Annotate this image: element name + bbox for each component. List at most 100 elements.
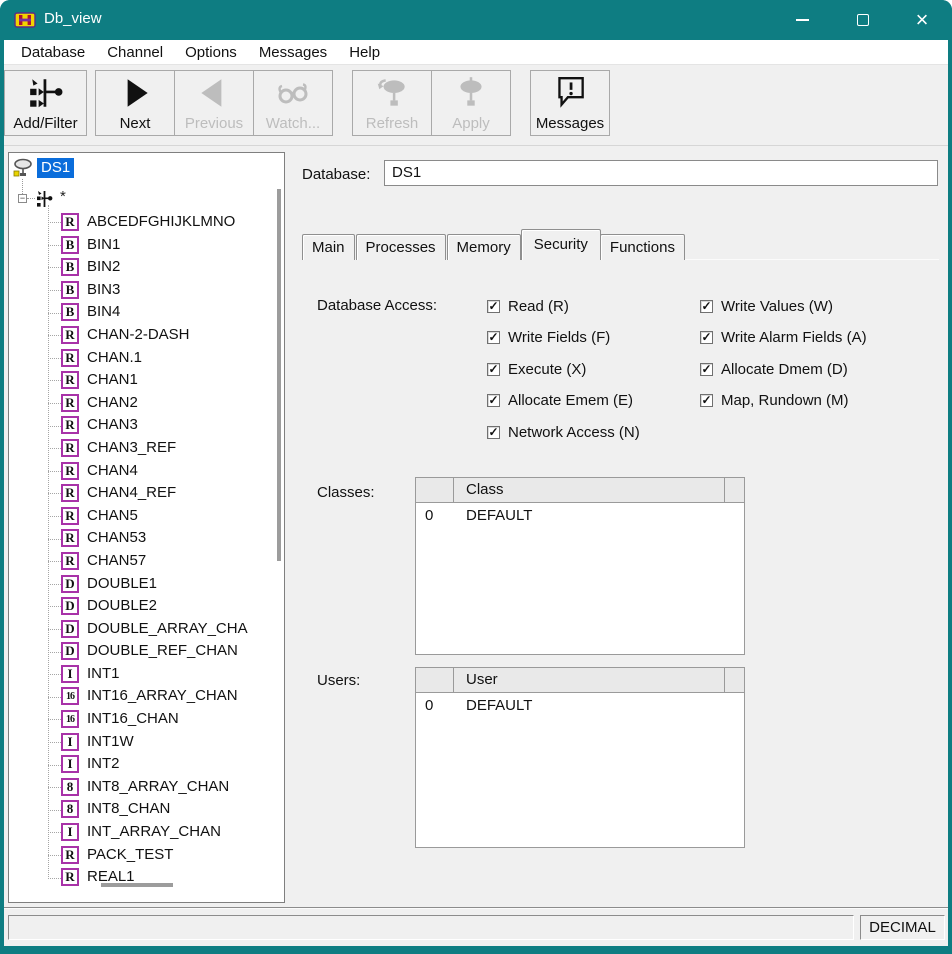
- table-row[interactable]: 0 DEFAULT: [416, 693, 744, 719]
- class-column-header: Class: [454, 478, 724, 502]
- tree-item[interactable]: I INT1W: [9, 731, 272, 754]
- tree-item-label: INT8_CHAN: [87, 800, 170, 817]
- tree-item[interactable]: R CHAN.1: [9, 347, 272, 370]
- tree-item[interactable]: D DOUBLE_ARRAY_CHA: [9, 618, 272, 641]
- tree-item[interactable]: R CHAN3: [9, 414, 272, 437]
- channel-type-icon: R: [61, 507, 79, 525]
- tree-item[interactable]: R PACK_TEST: [9, 844, 272, 867]
- tree-item[interactable]: R CHAN-2-DASH: [9, 324, 272, 347]
- access-checkbox-row[interactable]: Read (R): [487, 296, 640, 316]
- channel-type-icon: I: [61, 665, 79, 683]
- messages-button[interactable]: Messages: [530, 70, 610, 136]
- refresh-button[interactable]: Refresh: [352, 70, 432, 136]
- tree-item[interactable]: R CHAN4: [9, 460, 272, 483]
- checkbox-checked-icon[interactable]: [487, 394, 500, 407]
- tree-item[interactable]: D DOUBLE_REF_CHAN: [9, 640, 272, 663]
- tree-root-node[interactable]: DS1: [13, 158, 74, 178]
- access-checkbox-row[interactable]: Allocate Dmem (D): [700, 359, 867, 379]
- tree-item[interactable]: R CHAN4_REF: [9, 482, 272, 505]
- add-filter-button[interactable]: Add/Filter: [4, 70, 87, 136]
- menu-item[interactable]: Channel: [96, 40, 174, 65]
- tree-item-label: INT16_ARRAY_CHAN: [87, 687, 238, 704]
- access-checkbox-row[interactable]: Map, Rundown (M): [700, 391, 867, 411]
- tab-main[interactable]: Main: [302, 234, 355, 260]
- toolbar-button-label: Messages: [536, 115, 604, 132]
- checkbox-label: Read (R): [508, 298, 569, 315]
- checkbox-label: Allocate Emem (E): [508, 392, 633, 409]
- channel-type-icon: R: [61, 846, 79, 864]
- toolbar-button-label: Add/Filter: [13, 115, 77, 132]
- checkbox-checked-icon[interactable]: [700, 394, 713, 407]
- tree-item[interactable]: 16 INT16_ARRAY_CHAN: [9, 685, 272, 708]
- row-index-header: [416, 668, 454, 692]
- tree-item-label: INT16_CHAN: [87, 710, 179, 727]
- tree-item-list: R ABCEDFGHIJKLMNO B BIN1 B BIN2 B BIN3: [9, 211, 272, 889]
- filter-node-label[interactable]: *: [60, 188, 66, 206]
- tab-memory[interactable]: Memory: [447, 234, 521, 260]
- tree-item[interactable]: 8 INT8_ARRAY_CHAN: [9, 776, 272, 799]
- menu-item[interactable]: Help: [338, 40, 391, 65]
- checkbox-checked-icon[interactable]: [700, 363, 713, 376]
- checkbox-checked-icon[interactable]: [487, 300, 500, 313]
- checkbox-checked-icon[interactable]: [487, 331, 500, 344]
- previous-button[interactable]: Previous: [174, 70, 254, 136]
- classes-table: Class 0 DEFAULT: [415, 477, 745, 655]
- checkbox-checked-icon[interactable]: [487, 363, 500, 376]
- checkbox-checked-icon[interactable]: [700, 331, 713, 344]
- tree-connector: [22, 179, 23, 194]
- tree-item[interactable]: R CHAN53: [9, 527, 272, 550]
- checkbox-checked-icon[interactable]: [487, 426, 500, 439]
- watch-button[interactable]: Watch...: [253, 70, 333, 136]
- access-checkbox-row[interactable]: Execute (X): [487, 359, 640, 379]
- tree-item[interactable]: B BIN2: [9, 256, 272, 279]
- tree-item[interactable]: 8 INT8_CHAN: [9, 798, 272, 821]
- tree-horizontal-scrollbar[interactable]: [101, 883, 173, 887]
- tree-item[interactable]: D DOUBLE1: [9, 573, 272, 596]
- users-table-body: 0 DEFAULT: [416, 693, 744, 847]
- titlebar: Db_view: [0, 0, 952, 40]
- tree-item[interactable]: R CHAN5: [9, 505, 272, 528]
- close-button[interactable]: [897, 0, 947, 40]
- tree-vertical-scrollbar[interactable]: [277, 189, 281, 561]
- channel-type-icon: R: [61, 394, 79, 412]
- tab-security[interactable]: Security: [521, 229, 601, 260]
- tree-item[interactable]: B BIN1: [9, 234, 272, 257]
- tree-item[interactable]: I INT2: [9, 753, 272, 776]
- number-format-indicator[interactable]: DECIMAL: [860, 915, 945, 940]
- table-row[interactable]: 0 DEFAULT: [416, 503, 744, 529]
- checkbox-checked-icon[interactable]: [700, 300, 713, 313]
- collapse-toggle[interactable]: −: [18, 194, 27, 203]
- tree-item[interactable]: 16 INT16_CHAN: [9, 708, 272, 731]
- access-checkbox-row[interactable]: Network Access (N): [487, 422, 640, 442]
- access-checkbox-row[interactable]: Write Fields (F): [487, 328, 640, 348]
- menu-item[interactable]: Messages: [248, 40, 338, 65]
- tab-processes[interactable]: Processes: [356, 234, 446, 260]
- tree-item[interactable]: R CHAN3_REF: [9, 437, 272, 460]
- minimize-icon: [796, 19, 809, 21]
- tab-functions[interactable]: Functions: [600, 234, 685, 260]
- maximize-button[interactable]: [838, 0, 888, 40]
- next-button[interactable]: Next: [95, 70, 175, 136]
- menu-item[interactable]: Options: [174, 40, 248, 65]
- tree-item[interactable]: B BIN3: [9, 279, 272, 302]
- tree-item[interactable]: B BIN4: [9, 301, 272, 324]
- apply-button[interactable]: Apply: [431, 70, 511, 136]
- tree-item-label: CHAN3_REF: [87, 439, 176, 456]
- access-checkbox-row[interactable]: Write Values (W): [700, 296, 867, 316]
- tree-item[interactable]: I INT1: [9, 663, 272, 686]
- database-field[interactable]: DS1: [384, 160, 938, 186]
- checkbox-label: Allocate Dmem (D): [721, 361, 848, 378]
- channel-type-icon: R: [61, 416, 79, 434]
- tree-item[interactable]: R CHAN1: [9, 369, 272, 392]
- menu-item[interactable]: Database: [10, 40, 96, 65]
- tree-item[interactable]: R CHAN57: [9, 550, 272, 573]
- tree-item[interactable]: I INT_ARRAY_CHAN: [9, 821, 272, 844]
- access-checkbox-row[interactable]: Write Alarm Fields (A): [700, 328, 867, 348]
- tree-item[interactable]: R ABCEDFGHIJKLMNO: [9, 211, 272, 234]
- spare-column-header: [724, 478, 744, 502]
- minimize-button[interactable]: [777, 0, 827, 40]
- tree-item[interactable]: R CHAN2: [9, 392, 272, 415]
- access-checkbox-row[interactable]: Allocate Emem (E): [487, 391, 640, 411]
- channel-type-icon: B: [61, 258, 79, 276]
- tree-item[interactable]: D DOUBLE2: [9, 595, 272, 618]
